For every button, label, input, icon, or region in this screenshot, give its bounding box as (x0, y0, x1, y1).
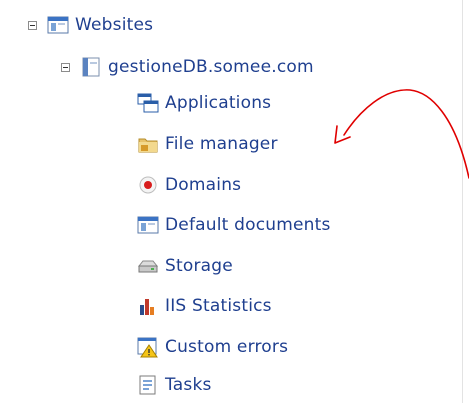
folder-icon (137, 133, 159, 155)
site-icon (80, 56, 102, 78)
collapse-toggle-site[interactable] (61, 62, 70, 72)
storage-icon (137, 255, 159, 277)
statistics-icon (137, 295, 159, 317)
custom-errors-icon (137, 336, 159, 358)
tree-item-applications[interactable]: Applications (137, 90, 271, 116)
tree-item-iis-statistics[interactable]: IIS Statistics (137, 293, 272, 319)
tree-node-websites[interactable]: Websites (28, 12, 153, 38)
tree-label-default-documents[interactable]: Default documents (165, 215, 331, 235)
tree-item-tasks[interactable]: Tasks (137, 372, 212, 398)
tree-label-applications[interactable]: Applications (165, 93, 271, 113)
tree-label-custom-errors[interactable]: Custom errors (165, 337, 288, 357)
tree-node-site[interactable]: gestioneDB.somee.com (61, 54, 314, 80)
website-folder-icon (47, 14, 69, 36)
applications-icon (137, 92, 159, 114)
tree-label-site[interactable]: gestioneDB.somee.com (108, 57, 314, 77)
domains-icon (137, 174, 159, 196)
collapse-toggle-websites[interactable] (28, 20, 37, 30)
tree-label-storage[interactable]: Storage (165, 256, 233, 276)
tree-label-websites[interactable]: Websites (75, 15, 153, 35)
tree-item-domains[interactable]: Domains (137, 172, 241, 198)
tree-label-file-manager[interactable]: File manager (165, 134, 278, 154)
tree-label-tasks[interactable]: Tasks (165, 375, 212, 395)
tasks-icon (137, 374, 159, 396)
tree-item-custom-errors[interactable]: Custom errors (137, 334, 288, 360)
tree-item-file-manager[interactable]: File manager (137, 131, 278, 157)
tree-label-domains[interactable]: Domains (165, 175, 241, 195)
default-documents-icon (137, 214, 159, 236)
tree-item-storage[interactable]: Storage (137, 253, 233, 279)
tree-item-default-documents[interactable]: Default documents (137, 212, 331, 238)
tree-label-iis-statistics[interactable]: IIS Statistics (165, 296, 272, 316)
site-tree-panel: Websites gestioneDB.somee.com Applicatio… (0, 0, 469, 403)
